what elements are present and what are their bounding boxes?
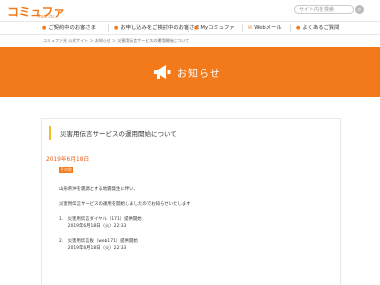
nav-my-commufa[interactable]: ● Myコミュファ bbox=[194, 22, 235, 34]
user-icon: ● bbox=[42, 25, 47, 31]
search-input[interactable]: サイト内を検索 bbox=[294, 5, 354, 14]
article-title: 災害用伝言サービスの運用開始について bbox=[60, 130, 177, 138]
megaphone-icon bbox=[154, 65, 171, 79]
nav-webmail[interactable]: ✉ Webメール bbox=[248, 22, 282, 34]
nav-faq[interactable]: ● よくあるご質問 bbox=[296, 22, 339, 34]
article-date: 2019年6月18日 bbox=[46, 157, 90, 163]
mail-icon: ✉ bbox=[248, 25, 253, 31]
user-icon: ● bbox=[194, 25, 199, 31]
main-nav: ● ご契約中のお客さま ● お申し込みをご検討中のお客さま ● Myコミュファ ✉ We… bbox=[0, 21, 380, 35]
body-line: 1. 災害用伝言ダイヤル（171）提供開始 bbox=[59, 217, 142, 222]
nav-divider bbox=[290, 24, 291, 32]
article-title-bar: 災害用伝言サービスの運用開始について bbox=[49, 126, 336, 140]
site-logo[interactable]: コミュファ bbox=[7, 3, 65, 20]
breadcrumb[interactable]: コミュファ光 公式サイト ＞ お知らせ ＞ 災害用伝言サービスの運用開始について bbox=[43, 38, 189, 44]
logo-subtext: from ctc bbox=[38, 14, 55, 19]
page-header-banner: お知らせ bbox=[0, 47, 380, 97]
nav-divider bbox=[242, 24, 243, 32]
search-icon[interactable]: ⌕ bbox=[355, 5, 364, 14]
category-badge: その他 bbox=[59, 167, 73, 173]
body-line: 2. 災害用伝言板（web171）提供開始 bbox=[59, 239, 138, 244]
body-line: 災害用伝言サービスの運用を開始しましたのでお知らせいたします bbox=[59, 202, 191, 207]
top-bar: コミュファ from ctc サイト内を検索 ⌕ bbox=[0, 0, 380, 21]
body-line: 山形県沖を震源とする地震発生に伴い、 bbox=[59, 187, 138, 192]
nav-divider bbox=[188, 24, 189, 32]
body-line: 2019年6月18日（火）22:33 bbox=[59, 224, 127, 229]
nav-prospective-customers[interactable]: ● お申し込みをご検討中のお客さま bbox=[114, 22, 200, 34]
nav-current-customers[interactable]: ● ご契約中のお客さま bbox=[42, 22, 96, 34]
article-card: 災害用伝言サービスの運用開始について 2019年6月18日 その他 山形県沖を震… bbox=[41, 118, 341, 285]
user-icon: ● bbox=[114, 25, 119, 31]
question-icon: ● bbox=[296, 25, 301, 31]
page-title: お知らせ bbox=[177, 69, 221, 80]
nav-divider bbox=[108, 24, 109, 32]
body-line: 2019年6月18日（火）22:33 bbox=[59, 246, 127, 251]
